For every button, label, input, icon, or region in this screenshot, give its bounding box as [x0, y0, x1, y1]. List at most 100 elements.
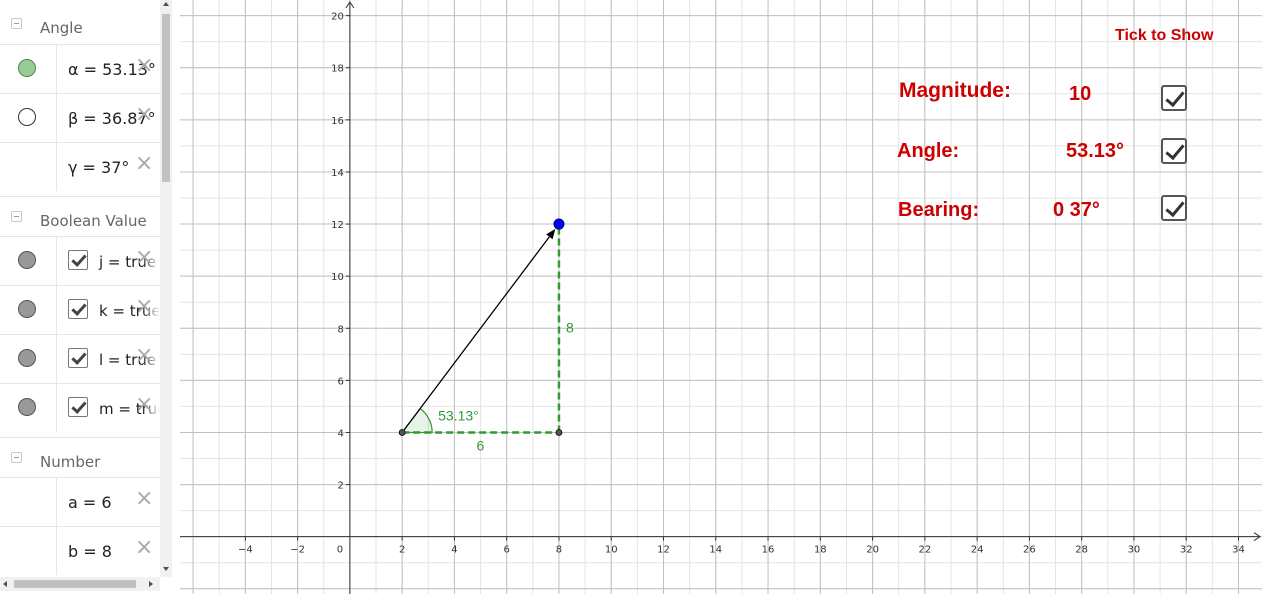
grid [180, 0, 1262, 594]
view-divider[interactable] [172, 0, 180, 594]
x-tick-label: 0 [337, 545, 343, 556]
delete-icon[interactable]: × [135, 104, 153, 126]
marble-cell [0, 94, 57, 142]
algebra-item-m[interactable]: m = true × [0, 383, 160, 432]
coordinate-plane[interactable]: −4 −2 0 2 4 6 8 10 12 14 16 18 20 22 24 26 28 30 32 34 2468… [180, 0, 1262, 594]
angle-value: 53.13° [1066, 140, 1125, 162]
x-tick-label: 2 [399, 545, 405, 556]
point-end[interactable] [553, 218, 565, 230]
vertical-scrollbar[interactable] [160, 0, 172, 577]
marble-cell [0, 335, 57, 383]
group-header-angle[interactable]: Angle [0, 4, 160, 44]
scrollbar-thumb[interactable] [14, 580, 136, 588]
algebra-item-j[interactable]: j = true × [0, 236, 160, 285]
algebra-item-k[interactable]: k = true × [0, 285, 160, 334]
x-tick-label: 30 [1128, 545, 1141, 556]
group-header-boolean[interactable]: Boolean Value [0, 196, 160, 236]
x-tick-label: −2 [290, 545, 305, 556]
visibility-toggle-icon[interactable] [18, 300, 36, 318]
visibility-toggle-icon[interactable] [18, 59, 36, 77]
y-tick-label: 18 [331, 64, 344, 75]
scrollbar-thumb[interactable] [162, 14, 170, 182]
angle-checkbox[interactable] [1161, 138, 1187, 164]
marble-cell [0, 143, 57, 191]
horizontal-scrollbar[interactable] [0, 577, 160, 591]
collapse-icon[interactable] [11, 211, 22, 222]
x-tick-labels: −4 −2 0 2 4 6 8 10 12 14 16 18 20 22 24 26 28 30 32 34 [238, 536, 1245, 556]
bearing-label: Bearing: [898, 199, 980, 221]
group-header-number[interactable]: Number [0, 437, 160, 477]
y-tick-label: 8 [338, 324, 344, 335]
algebra-item-gamma[interactable]: γ = 37° × [0, 142, 160, 191]
y-tick-label: 16 [331, 116, 344, 127]
angle-label: 53.13° [438, 407, 479, 423]
collapse-icon[interactable] [11, 18, 22, 29]
delete-icon[interactable]: × [135, 394, 153, 416]
x-tick-label: 14 [709, 545, 722, 556]
algebra-item-l[interactable]: l = true × [0, 334, 160, 383]
vector-u[interactable] [401, 236, 550, 433]
algebra-expression[interactable]: γ = 37° [68, 157, 129, 179]
x-tick-label: 24 [971, 545, 984, 556]
collapse-icon[interactable] [11, 452, 22, 463]
x-tick-label: 34 [1232, 545, 1245, 556]
y-tick-label: 4 [338, 428, 344, 439]
x-tick-label: 18 [814, 545, 827, 556]
visibility-toggle-icon[interactable] [18, 108, 36, 126]
point-corner[interactable] [555, 429, 563, 436]
algebra-expression[interactable]: b = 8 [68, 541, 112, 563]
delete-icon[interactable]: × [135, 537, 153, 559]
checkbox-k[interactable] [68, 299, 88, 319]
y-tick-label: 2 [338, 481, 344, 492]
bearing-value: 0 37° [1053, 199, 1100, 221]
side-label-horizontal: 6 [477, 437, 485, 453]
y-tick-label: 10 [331, 272, 344, 283]
algebra-item-a[interactable]: a = 6 × [0, 477, 160, 526]
graphics-view[interactable]: −4 −2 0 2 4 6 8 10 12 14 16 18 20 22 24 26 28 30 32 34 2468… [180, 0, 1262, 594]
y-tick-label: 6 [338, 376, 344, 387]
algebra-item-b[interactable]: b = 8 × [0, 526, 160, 575]
scroll-down-icon[interactable] [163, 567, 169, 571]
marble-cell [0, 286, 57, 334]
magnitude-value: 10 [1069, 83, 1092, 105]
algebra-view: Angle α = 53.13° × β = 36.87° × γ = 37° … [0, 0, 172, 594]
x-tick-label: 6 [504, 545, 510, 556]
checkbox-j[interactable] [68, 250, 88, 270]
scroll-right-icon[interactable] [149, 581, 153, 587]
algebra-item-alpha[interactable]: α = 53.13° × [0, 44, 160, 93]
marble-cell [0, 384, 57, 432]
checkbox-m[interactable] [68, 397, 88, 417]
scroll-left-icon[interactable] [3, 581, 7, 587]
visibility-toggle-icon[interactable] [18, 251, 36, 269]
delete-icon[interactable]: × [135, 153, 153, 175]
visibility-toggle-icon[interactable] [18, 398, 36, 416]
tick-to-show-title: Tick to Show [1115, 27, 1214, 44]
algebra-item-beta[interactable]: β = 36.87° × [0, 93, 160, 142]
x-tick-label: 16 [762, 545, 775, 556]
y-tick-labels: 2 4 6 8 10 12 14 16 18 20 [331, 12, 350, 492]
x-tick-label: 28 [1075, 545, 1088, 556]
delete-icon[interactable]: × [135, 55, 153, 77]
x-tick-label: 12 [657, 545, 670, 556]
y-tick-label: 14 [331, 168, 344, 179]
magnitude-checkbox[interactable] [1161, 85, 1187, 111]
bearing-checkbox[interactable] [1161, 195, 1187, 221]
algebra-expression[interactable]: a = 6 [68, 492, 112, 514]
point-start[interactable] [398, 429, 406, 436]
checkbox-l[interactable] [68, 348, 88, 368]
group-label: Number [40, 453, 101, 471]
delete-icon[interactable]: × [135, 247, 153, 269]
scroll-up-icon[interactable] [163, 2, 169, 6]
group-label: Angle [40, 19, 83, 37]
visibility-toggle-icon[interactable] [18, 349, 36, 367]
delete-icon[interactable]: × [135, 296, 153, 318]
y-tick-label: 20 [331, 12, 344, 23]
magnitude-label: Magnitude: [899, 79, 1011, 102]
x-tick-label: 4 [451, 545, 457, 556]
y-tick-label: 12 [331, 220, 344, 231]
delete-icon[interactable]: × [135, 345, 153, 367]
delete-icon[interactable]: × [135, 488, 153, 510]
group-label: Boolean Value [40, 212, 147, 230]
x-tick-label: −4 [238, 545, 253, 556]
algebra-list: Angle α = 53.13° × β = 36.87° × γ = 37° … [0, 0, 160, 577]
